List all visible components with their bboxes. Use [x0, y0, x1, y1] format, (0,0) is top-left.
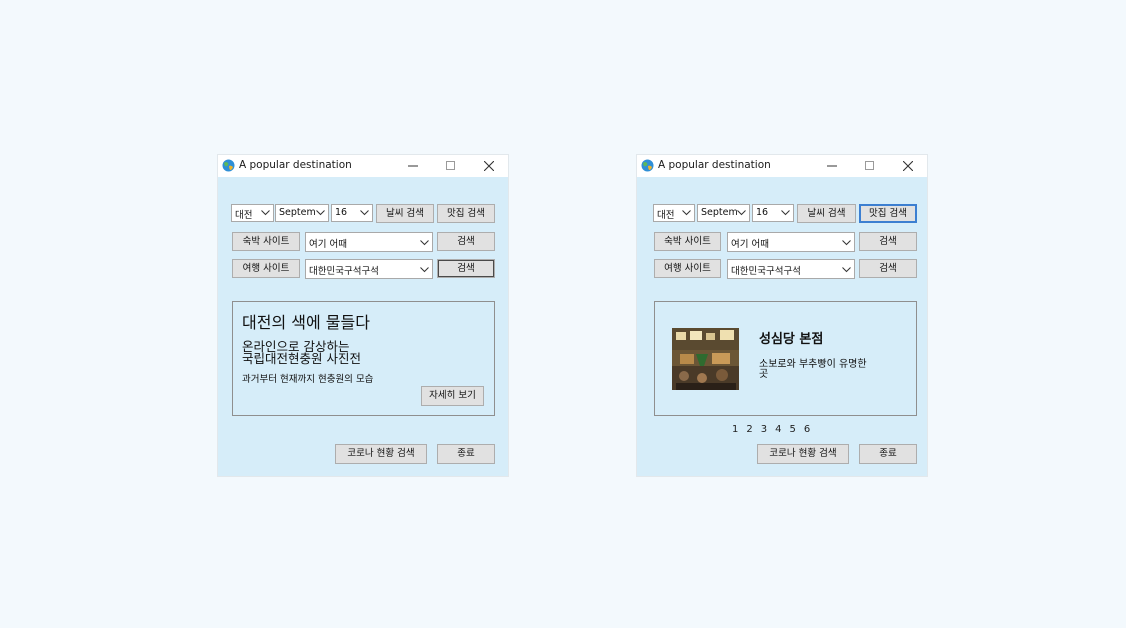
close-button[interactable]: [470, 155, 508, 177]
app-window-right: A popular destination 대전 Septem 16 날씨 검색…: [637, 155, 927, 476]
chevron-down-icon: [737, 210, 746, 216]
travel-site-button[interactable]: 여행 사이트: [232, 259, 300, 278]
chevron-down-icon: [842, 267, 851, 273]
region-select[interactable]: 대전: [653, 204, 695, 222]
food-search-button[interactable]: 맛집 검색: [859, 204, 917, 223]
chevron-down-icon: [360, 210, 369, 216]
page-link[interactable]: 5: [790, 424, 796, 435]
exit-button[interactable]: 종료: [859, 444, 917, 464]
chevron-down-icon: [781, 210, 790, 216]
chevron-down-icon: [682, 210, 691, 216]
travel-site-select[interactable]: 대한민국구석구석: [305, 259, 433, 279]
covid-status-button[interactable]: 코로나 현황 검색: [335, 444, 427, 464]
chevron-down-icon: [842, 240, 851, 246]
event-caption: 과거부터 현재까지 현충원의 모습: [242, 374, 374, 385]
exit-button[interactable]: 종료: [437, 444, 495, 464]
minimize-button[interactable]: [813, 155, 851, 177]
travel-site-select[interactable]: 대한민국구석구석: [727, 259, 855, 279]
minimize-icon: [827, 165, 837, 167]
restaurant-photo[interactable]: [672, 328, 739, 390]
minimize-button[interactable]: [394, 155, 432, 177]
covid-status-button[interactable]: 코로나 현황 검색: [757, 444, 849, 464]
restaurant-name: 성심당 본점: [759, 332, 824, 347]
app-globe-icon: [641, 159, 654, 172]
event-subtitle-line2: 국립대전현충원 사진전: [242, 351, 361, 366]
travel-search-button[interactable]: 검색: [437, 259, 495, 278]
close-icon: [903, 161, 913, 171]
day-select[interactable]: 16: [752, 204, 794, 222]
lodging-site-button[interactable]: 숙박 사이트: [232, 232, 300, 251]
page-link[interactable]: 4: [775, 424, 781, 435]
lodging-site-select[interactable]: 여기 어때: [305, 232, 433, 252]
maximize-icon: [865, 161, 874, 170]
app-window-left: A popular destination 대전 Septem 16 날씨 검색…: [218, 155, 508, 476]
minimize-icon: [408, 165, 418, 167]
chevron-down-icon: [420, 240, 429, 246]
lodging-search-button[interactable]: 검색: [437, 232, 495, 251]
lodging-site-select[interactable]: 여기 어때: [727, 232, 855, 252]
page-link[interactable]: 3: [761, 424, 767, 435]
title-bar[interactable]: A popular destination: [218, 155, 508, 177]
lodging-search-button[interactable]: 검색: [859, 232, 917, 251]
chevron-down-icon: [420, 267, 429, 273]
app-globe-icon: [222, 159, 235, 172]
day-select[interactable]: 16: [331, 204, 373, 222]
maximize-button[interactable]: [851, 155, 889, 177]
chevron-down-icon: [316, 210, 325, 216]
window-title: A popular destination: [239, 159, 352, 171]
page-link[interactable]: 1: [732, 424, 738, 435]
travel-site-button[interactable]: 여행 사이트: [654, 259, 721, 278]
month-select[interactable]: Septem: [275, 204, 329, 222]
close-button[interactable]: [889, 155, 927, 177]
lodging-site-button[interactable]: 숙박 사이트: [654, 232, 721, 251]
page-link[interactable]: 6: [804, 424, 810, 435]
detail-view-button[interactable]: 자세히 보기: [421, 386, 484, 406]
pagination: 123456: [732, 424, 818, 435]
maximize-button[interactable]: [432, 155, 470, 177]
page-link[interactable]: 2: [746, 424, 752, 435]
food-search-button[interactable]: 맛집 검색: [437, 204, 495, 223]
title-bar[interactable]: A popular destination: [637, 155, 927, 177]
region-select[interactable]: 대전: [231, 204, 274, 222]
close-icon: [484, 161, 494, 171]
weather-search-button[interactable]: 날씨 검색: [797, 204, 856, 223]
featured-event-card: 대전의 색에 물들다 온라인으로 감상하는 국립대전현충원 사진전 과거부터 현…: [232, 301, 495, 416]
restaurant-photo-image: [672, 328, 739, 390]
month-select[interactable]: Septem: [697, 204, 750, 222]
maximize-icon: [446, 161, 455, 170]
restaurant-desc-line1: 소보로와 부추빵이 유명한: [759, 359, 867, 370]
event-headline: 대전의 색에 물들다: [242, 313, 370, 332]
window-title: A popular destination: [658, 159, 771, 171]
restaurant-card: 성심당 본점 소보로와 부추빵이 유명한 곳: [654, 301, 917, 416]
chevron-down-icon: [261, 210, 270, 216]
restaurant-desc-line2: 곳: [759, 369, 769, 380]
weather-search-button[interactable]: 날씨 검색: [376, 204, 434, 223]
travel-search-button[interactable]: 검색: [859, 259, 917, 278]
